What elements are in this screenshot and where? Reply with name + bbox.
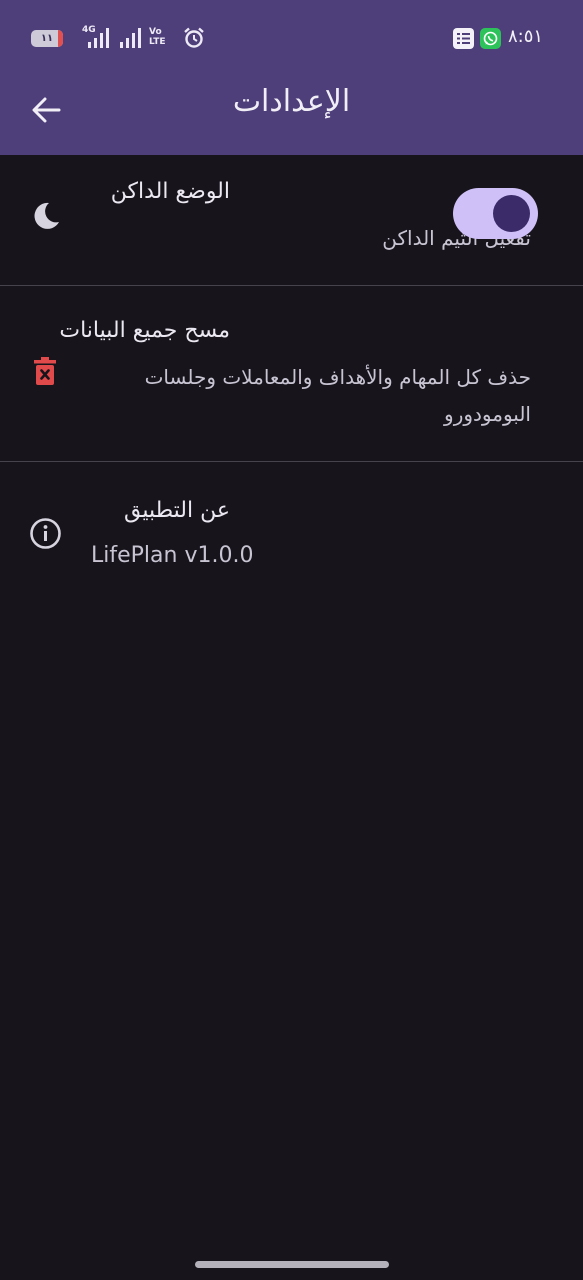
dark-mode-title: الوضع الداكن	[110, 179, 230, 204]
top-app-bar: ١١ 4G Vo LTE ٨:٥١ الإعدادات	[0, 0, 583, 155]
signal-icon	[120, 28, 141, 48]
notification-list-icon	[453, 28, 474, 49]
back-button[interactable]	[24, 88, 68, 132]
setting-about[interactable]: عن التطبيق LifePlan v1.0.0	[0, 462, 583, 592]
clear-data-title: مسح جميع البيانات	[59, 318, 230, 343]
whatsapp-icon	[480, 28, 501, 49]
app-version: LifePlan v1.0.0	[91, 543, 254, 568]
arrow-back-icon	[32, 97, 61, 123]
alarm-icon	[184, 27, 204, 48]
toggle-thumb	[493, 195, 530, 232]
volte-top: Vo	[149, 27, 162, 37]
clear-data-subtitle: حذف كل المهام والأهداف والمعاملات وجلسات…	[144, 365, 531, 426]
status-clock: ٨:٥١	[508, 26, 544, 47]
signal-icon	[88, 28, 109, 48]
status-bar: ١١ 4G Vo LTE ٨:٥١	[0, 0, 583, 78]
volte-indicator: Vo LTE	[149, 27, 166, 47]
dark-mode-toggle[interactable]	[453, 188, 538, 239]
battery-level-text: ١١	[40, 33, 54, 44]
volte-bottom: LTE	[149, 37, 166, 47]
about-title: عن التطبيق	[124, 498, 230, 523]
page-title: الإعدادات	[232, 84, 351, 119]
battery-indicator: ١١	[31, 30, 63, 47]
moon-icon	[34, 202, 59, 229]
home-indicator[interactable]	[195, 1261, 389, 1268]
info-icon	[30, 518, 61, 549]
setting-clear-data[interactable]: مسح جميع البيانات حذف كل المهام والأهداف…	[0, 286, 583, 461]
delete-bin-icon	[34, 357, 56, 385]
